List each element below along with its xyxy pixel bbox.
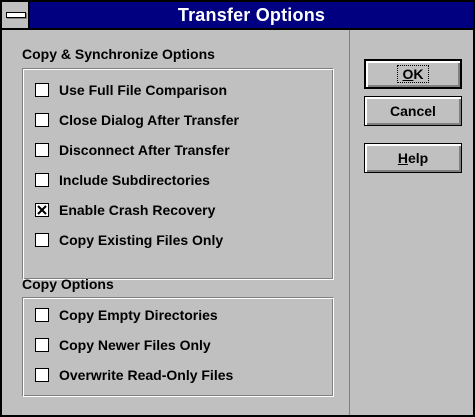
checkbox-label: Overwrite Read-Only Files bbox=[59, 367, 234, 383]
checkbox-label: Include Subdirectories bbox=[59, 172, 210, 188]
window-title: Transfer Options bbox=[177, 5, 326, 25]
vertical-divider bbox=[349, 30, 350, 415]
dialog-body: Copy & Synchronize Options Use Full File… bbox=[2, 30, 473, 415]
help-button-label: Help bbox=[397, 150, 429, 166]
title-bar: Transfer Options bbox=[2, 2, 473, 30]
ok-button-label: OK bbox=[397, 65, 429, 83]
checkbox-enable-crash-recovery[interactable]: Enable Crash Recovery bbox=[35, 200, 215, 220]
copy-options-group: Copy Empty Directories Copy Newer Files … bbox=[22, 297, 334, 397]
checkbox-copy-empty-directories[interactable]: Copy Empty Directories bbox=[35, 305, 218, 325]
sync-options-group: Use Full File Comparison Close Dialog Af… bbox=[22, 68, 334, 280]
copy-options-heading: Copy Options bbox=[22, 276, 114, 292]
cancel-button-label: Cancel bbox=[390, 103, 436, 119]
checkbox-copy-newer-files-only[interactable]: Copy Newer Files Only bbox=[35, 335, 211, 355]
system-menu-button[interactable] bbox=[2, 2, 30, 28]
checkbox-label: Copy Empty Directories bbox=[59, 307, 218, 323]
checkbox-close-dialog-after-transfer[interactable]: Close Dialog After Transfer bbox=[35, 110, 239, 130]
checkbox-use-full-file-comparison[interactable]: Use Full File Comparison bbox=[35, 80, 227, 100]
checkbox-label: Copy Existing Files Only bbox=[59, 232, 224, 248]
checkbox-label: Use Full File Comparison bbox=[59, 82, 228, 98]
checkbox-include-subdirectories[interactable]: Include Subdirectories bbox=[35, 170, 210, 190]
checkbox-box[interactable] bbox=[35, 368, 49, 382]
checkbox-box[interactable] bbox=[35, 233, 49, 247]
checkbox-box[interactable] bbox=[35, 83, 49, 97]
checkmark-x-icon bbox=[37, 205, 47, 215]
checkbox-label: Disconnect After Transfer bbox=[59, 142, 230, 158]
sync-options-heading: Copy & Synchronize Options bbox=[22, 46, 215, 62]
checkbox-label: Close Dialog After Transfer bbox=[59, 112, 239, 128]
ok-button[interactable]: OK bbox=[364, 59, 462, 89]
checkbox-box[interactable] bbox=[35, 308, 49, 322]
transfer-options-dialog: Transfer Options Copy & Synchronize Opti… bbox=[0, 0, 475, 417]
checkbox-box[interactable] bbox=[35, 203, 49, 217]
checkbox-box[interactable] bbox=[35, 113, 49, 127]
checkbox-copy-existing-files-only[interactable]: Copy Existing Files Only bbox=[35, 230, 223, 250]
cancel-button[interactable]: Cancel bbox=[364, 96, 462, 126]
checkbox-box[interactable] bbox=[35, 143, 49, 157]
system-menu-icon bbox=[6, 12, 26, 18]
checkbox-label: Copy Newer Files Only bbox=[59, 337, 211, 353]
checkbox-label: Enable Crash Recovery bbox=[59, 202, 216, 218]
checkbox-overwrite-read-only-files[interactable]: Overwrite Read-Only Files bbox=[35, 365, 233, 385]
checkbox-box[interactable] bbox=[35, 338, 49, 352]
help-button[interactable]: Help bbox=[364, 143, 462, 173]
checkbox-box[interactable] bbox=[35, 173, 49, 187]
checkbox-disconnect-after-transfer[interactable]: Disconnect After Transfer bbox=[35, 140, 230, 160]
